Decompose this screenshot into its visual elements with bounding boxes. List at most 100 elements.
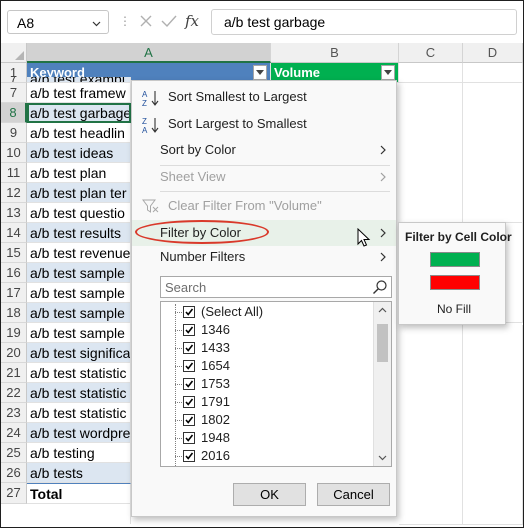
row-header[interactable]: 17 (1, 283, 27, 303)
row-header[interactable]: 26 (1, 463, 27, 483)
select-all-corner[interactable] (1, 43, 27, 63)
row-header[interactable]: 15 (1, 243, 27, 263)
keyword-cell[interactable]: a/b test questio (27, 203, 131, 223)
sort-descending-item[interactable]: Z A Sort Largest to Smallest (132, 111, 396, 137)
keyword-cell[interactable]: a/b test sample (27, 263, 131, 283)
checklist-item[interactable]: 2016 (161, 447, 371, 465)
tree-branch (175, 384, 182, 385)
row-header[interactable]: 24 (1, 423, 27, 443)
row-header[interactable]: 23 (1, 403, 27, 423)
row-header[interactable]: 27 (1, 483, 27, 504)
column-header-d[interactable]: D (463, 43, 523, 63)
checkbox[interactable] (183, 432, 195, 444)
scrollbar-thumb[interactable] (377, 324, 388, 362)
checklist-item[interactable]: 1948 (161, 429, 371, 447)
red-color-swatch[interactable] (430, 275, 480, 290)
checkbox[interactable] (183, 414, 195, 426)
column-header-b[interactable]: B (271, 43, 399, 63)
row-header[interactable]: 10 (1, 143, 27, 163)
dropdown-arrow-icon (384, 70, 392, 75)
row-header[interactable]: 22 (1, 383, 27, 403)
keyword-cell[interactable]: a/b test results (27, 223, 131, 243)
checklist-item[interactable]: 1802 (161, 411, 371, 429)
checkmark-icon (185, 380, 194, 388)
keyword-cell[interactable]: a/b test headlin (27, 123, 131, 143)
filter-search-input[interactable]: Search (160, 276, 392, 298)
scroll-up-icon[interactable] (378, 307, 387, 313)
filter-button-volume[interactable] (381, 65, 395, 80)
row-header[interactable]: 21 (1, 363, 27, 383)
cell-c[interactable] (399, 83, 463, 223)
confirm-entry-icon[interactable] (161, 14, 177, 28)
keyword-cell[interactable]: a/b test revenue (27, 243, 131, 263)
row-header[interactable]: 25 (1, 443, 27, 463)
checkbox[interactable] (183, 360, 195, 372)
checkbox[interactable] (183, 342, 195, 354)
row-header[interactable]: 9 (1, 123, 27, 143)
cell-d1[interactable] (463, 63, 523, 83)
total-cell[interactable]: Total (27, 483, 131, 504)
insert-function-icon[interactable]: fx (185, 12, 199, 30)
cell-c[interactable] (399, 325, 463, 525)
keyword-cell[interactable]: a/b test statistic (27, 363, 131, 383)
row-header[interactable]: 13 (1, 203, 27, 223)
row-header[interactable]: 16 (1, 263, 27, 283)
formula-input[interactable]: a/b test garbage (211, 9, 517, 35)
sort-by-color-item[interactable]: Sort by Color (132, 137, 396, 163)
checklist-item-select-all[interactable]: (Select All) (161, 303, 371, 321)
checklist-label: 1791 (201, 394, 230, 409)
green-color-swatch[interactable] (430, 252, 480, 267)
name-box[interactable]: A8 (7, 10, 109, 34)
keyword-cell[interactable]: a/b test sample (27, 323, 131, 343)
keyword-cell[interactable]: a/b testing (27, 443, 131, 463)
checkbox[interactable] (183, 324, 195, 336)
checklist-scrollbar[interactable] (373, 302, 391, 466)
column-header-a[interactable]: A (27, 43, 271, 63)
sheet-view-item: Sheet View (132, 164, 396, 190)
keyword-cell[interactable]: a/b test sample (27, 283, 131, 303)
filter-button-keyword[interactable] (253, 65, 267, 80)
keyword-cell[interactable]: a/b test statistic (27, 403, 131, 423)
keyword-cell[interactable]: a/b test plan ter (27, 183, 131, 203)
row-header[interactable]: 14 (1, 223, 27, 243)
cancel-entry-icon[interactable] (139, 14, 153, 28)
row-header[interactable]: 7 (1, 83, 27, 103)
keyword-cell[interactable]: a/b test wordpre (27, 423, 131, 443)
menu-divider (160, 191, 390, 192)
cell-d[interactable] (463, 83, 523, 223)
checklist-item[interactable]: 1433 (161, 339, 371, 357)
checklist-item[interactable]: 1753 (161, 375, 371, 393)
row-header[interactable]: 12 (1, 183, 27, 203)
checkbox[interactable] (183, 396, 195, 408)
ok-button[interactable]: OK (233, 483, 306, 506)
checkbox[interactable] (183, 450, 195, 462)
row-header[interactable]: 8 (1, 103, 27, 123)
checklist-item[interactable]: 1654 (161, 357, 371, 375)
keyword-cell[interactable]: a/b test statistic (27, 383, 131, 403)
keyword-cell[interactable]: a/b test framew (27, 83, 131, 103)
sort-ascending-label: Sort Smallest to Largest (168, 89, 307, 104)
empty-cell[interactable] (27, 504, 131, 524)
scroll-down-icon[interactable] (378, 455, 387, 461)
cell-c1[interactable] (399, 63, 463, 83)
checkbox[interactable] (183, 378, 195, 390)
column-header-c[interactable]: C (399, 43, 463, 63)
keyword-cell-active[interactable]: a/b test garbage (27, 103, 131, 123)
cancel-button[interactable]: Cancel (317, 483, 390, 506)
checklist-item[interactable]: 1791 (161, 393, 371, 411)
row-header[interactable]: 19 (1, 323, 27, 343)
no-fill-option[interactable]: No Fill (437, 302, 471, 316)
row-header[interactable]: 18 (1, 303, 27, 323)
keyword-cell[interactable]: a/b test plan (27, 163, 131, 183)
keyword-cell[interactable]: a/b test ideas (27, 143, 131, 163)
row-header[interactable]: 11 (1, 163, 27, 183)
keyword-cell[interactable]: a/b test sample (27, 303, 131, 323)
cell-d[interactable] (463, 325, 523, 525)
checkbox[interactable] (183, 306, 195, 318)
checklist-item[interactable]: 1346 (161, 321, 371, 339)
svg-text:Z: Z (142, 117, 147, 126)
keyword-cell[interactable]: a/b tests (27, 463, 131, 483)
keyword-cell[interactable]: a/b test significa (27, 343, 131, 363)
row-header[interactable]: 20 (1, 343, 27, 363)
sort-ascending-item[interactable]: A Z Sort Smallest to Largest (132, 84, 396, 110)
